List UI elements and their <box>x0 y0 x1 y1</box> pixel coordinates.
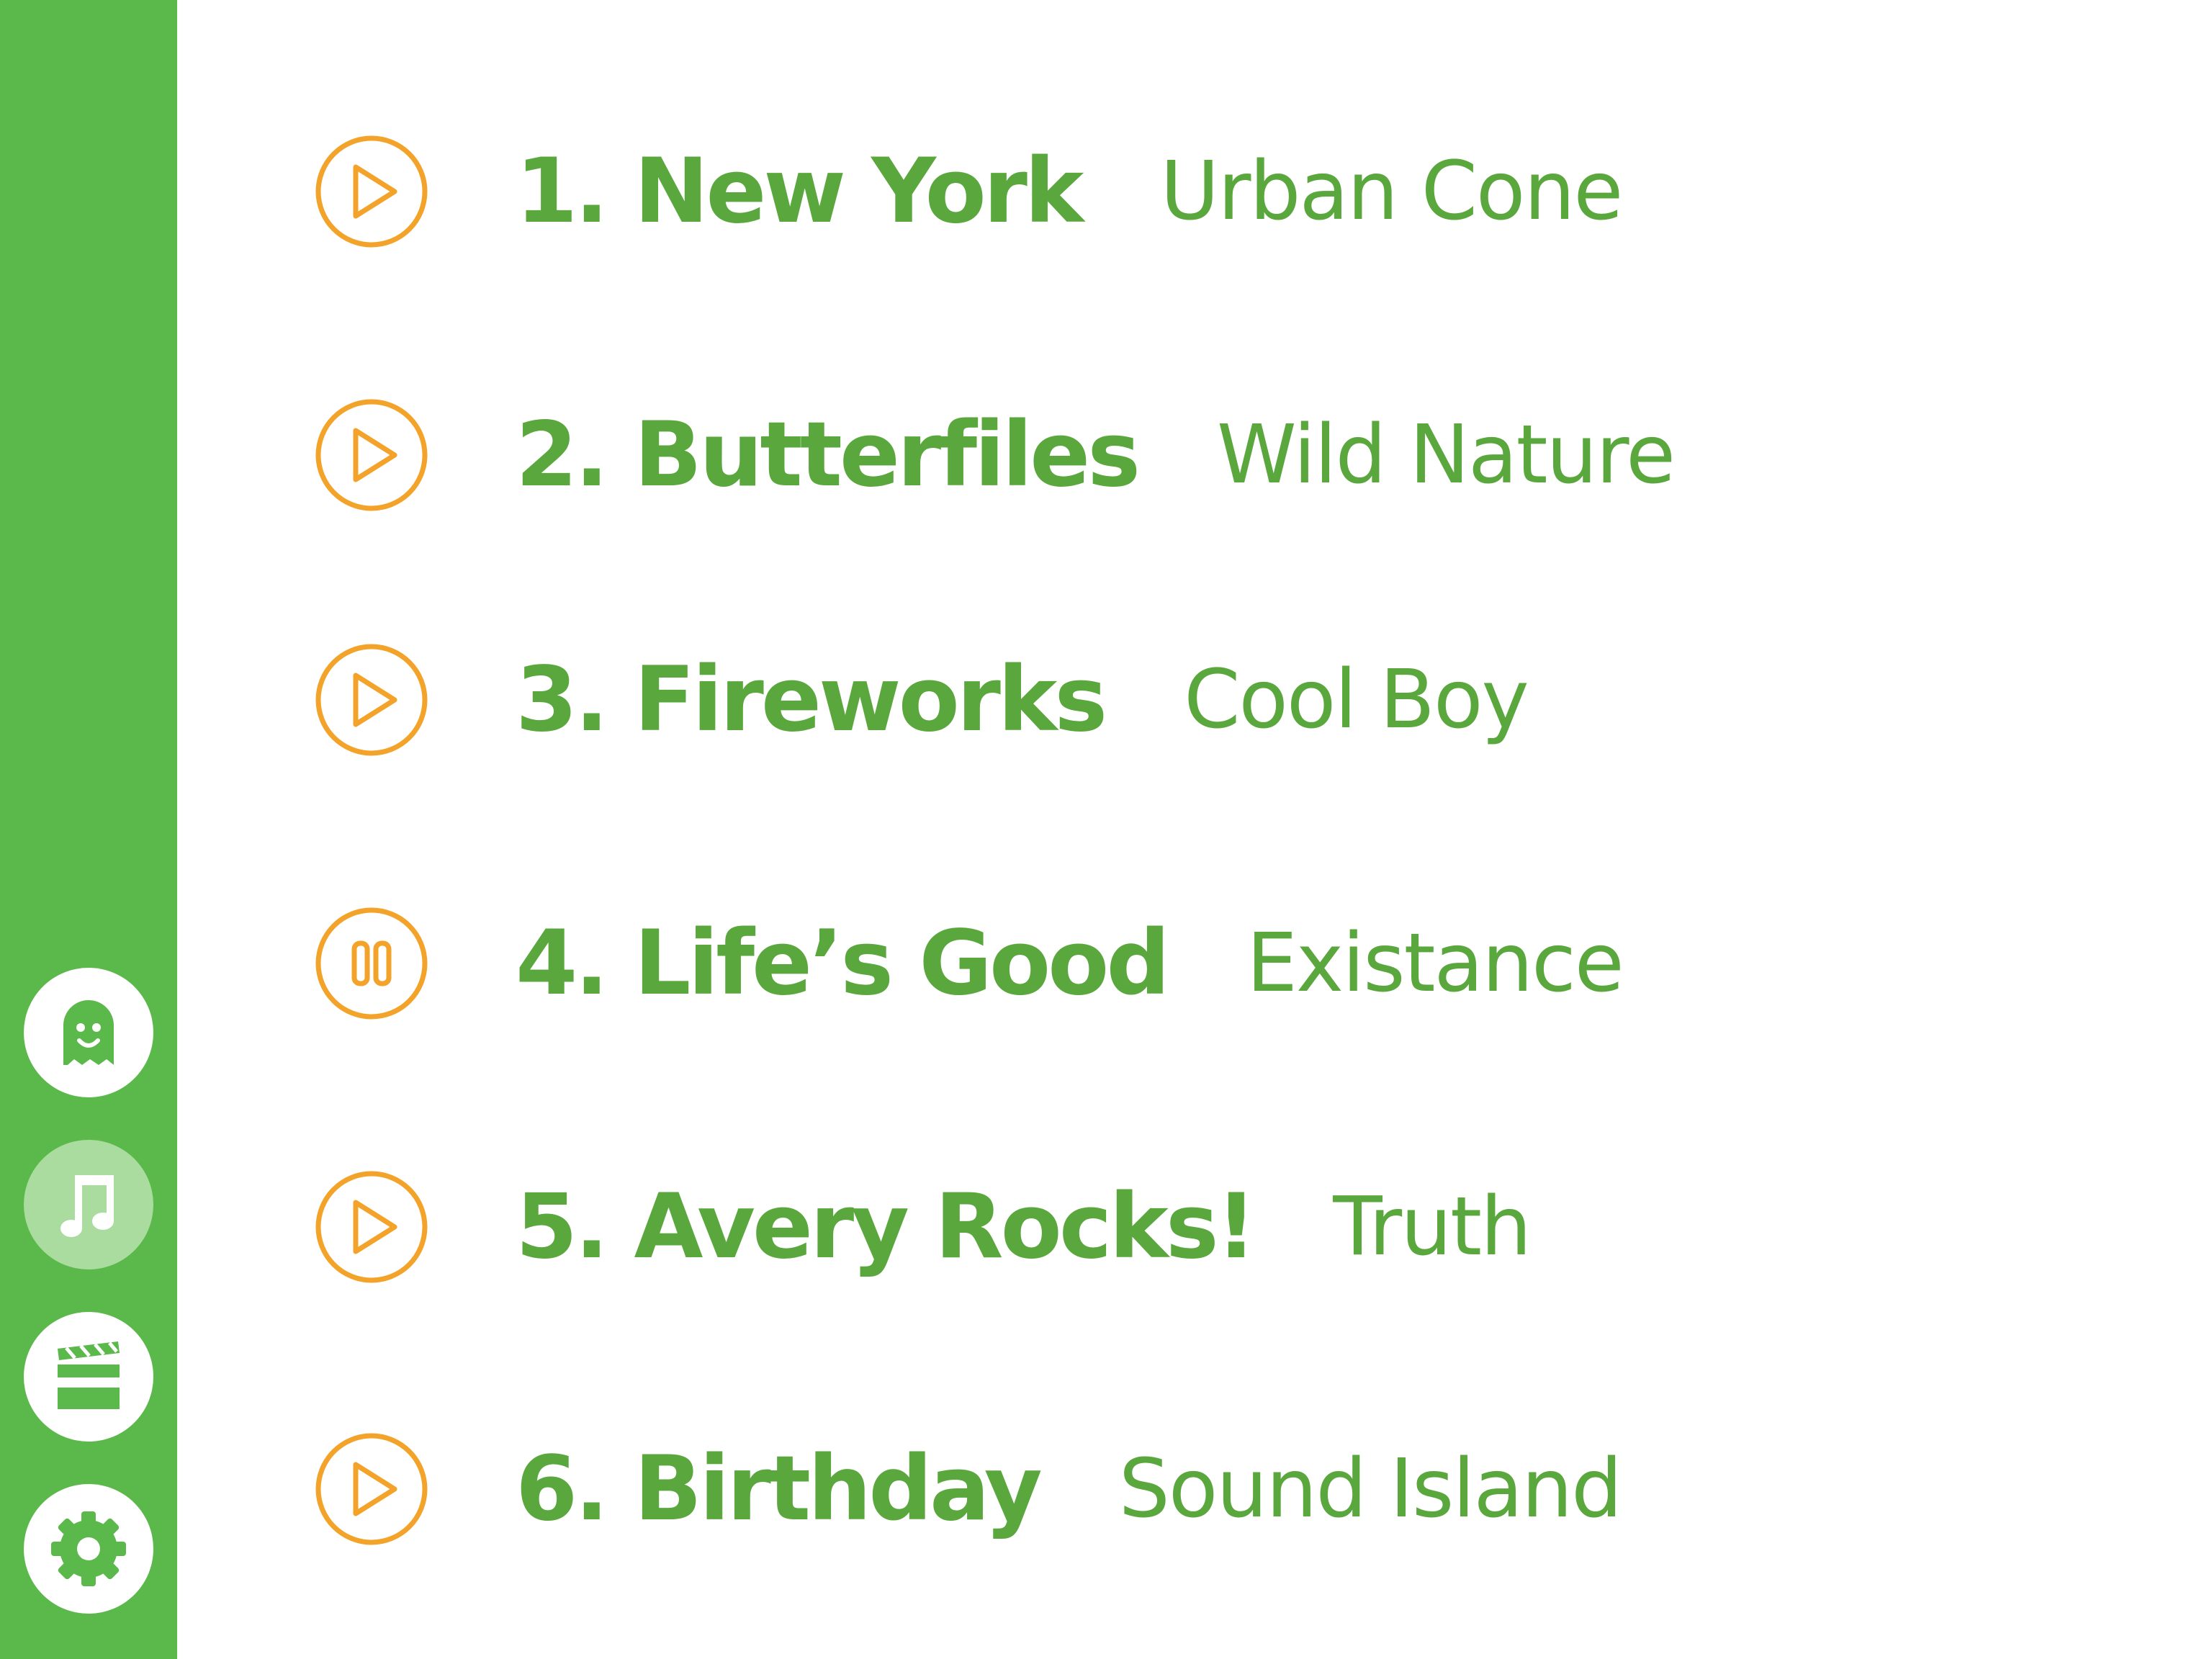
sidebar <box>0 0 177 1659</box>
track-title: 2. Butterfiles <box>516 403 1141 507</box>
play-button[interactable] <box>314 642 429 757</box>
ghost-icon <box>63 1000 114 1065</box>
play-icon <box>315 1171 428 1283</box>
nav-ghost-button[interactable] <box>24 968 153 1097</box>
nav-video-button[interactable] <box>24 1312 153 1442</box>
track-row[interactable]: 1. New York Urban Cone <box>314 134 2042 249</box>
music-note-icon <box>60 1175 114 1237</box>
gear-icon <box>51 1511 126 1586</box>
track-title: 1. New York <box>516 140 1084 243</box>
track-artist: Wild Nature <box>1217 408 1676 502</box>
track-artist: Cool Boy <box>1184 653 1529 747</box>
track-title: 5. Avery Rocks! <box>516 1175 1256 1279</box>
nav-settings-button[interactable] <box>24 1484 153 1614</box>
play-button[interactable] <box>314 1169 429 1285</box>
track-row[interactable]: 5. Avery Rocks! Truth <box>314 1169 2042 1285</box>
track-row[interactable]: 3. Fireworks Cool Boy <box>314 642 2042 757</box>
play-icon <box>315 399 428 511</box>
play-button[interactable] <box>314 134 429 249</box>
track-row[interactable]: 2. Butterfiles Wild Nature <box>314 397 2042 513</box>
play-icon <box>315 1433 428 1545</box>
track-artist: Truth <box>1333 1180 1532 1274</box>
play-icon <box>315 135 428 248</box>
nav-music-button[interactable] <box>24 1140 153 1269</box>
track-artist: Sound Island <box>1118 1442 1622 1536</box>
play-button[interactable] <box>314 1431 429 1547</box>
clapperboard-icon <box>58 1341 120 1409</box>
play-button[interactable] <box>314 397 429 513</box>
track-title: 3. Fireworks <box>516 648 1107 752</box>
play-icon <box>315 644 428 756</box>
track-artist: Existance <box>1246 917 1624 1010</box>
track-artist: Urban Cone <box>1160 145 1623 238</box>
pause-icon <box>315 907 428 1020</box>
track-title: 6. Birthday <box>516 1437 1043 1541</box>
track-row[interactable]: 4. Life’s Good Existance <box>314 906 2042 1021</box>
track-title: 4. Life’s Good <box>516 912 1170 1015</box>
pause-button[interactable] <box>314 906 429 1021</box>
track-row[interactable]: 6. Birthday Sound Island <box>314 1431 2042 1547</box>
